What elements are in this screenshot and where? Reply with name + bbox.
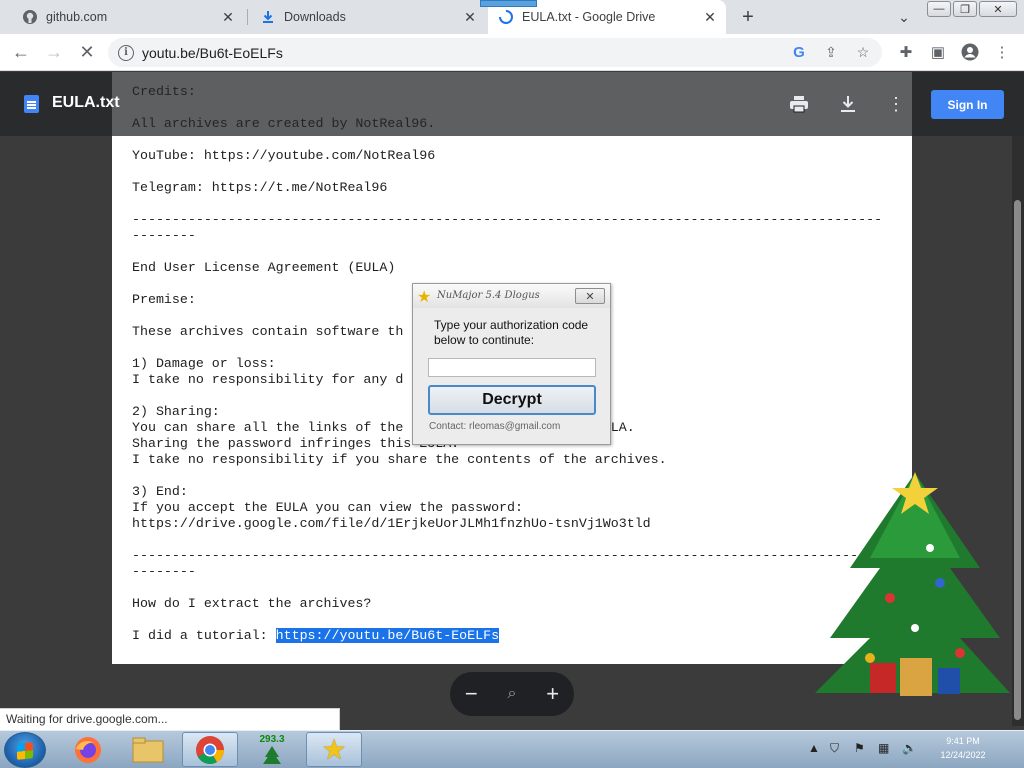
document-line: ----------------------------------------…	[132, 548, 883, 563]
tab-github[interactable]: github.com ✕	[8, 0, 244, 34]
window-drag-indicator	[480, 0, 537, 7]
close-window-button[interactable]: ✕	[979, 1, 1017, 17]
loading-spinner-icon	[498, 9, 514, 25]
authorization-code-input[interactable]	[428, 358, 596, 377]
google-lens-icon[interactable]: G	[786, 40, 812, 66]
restore-button[interactable]: ❐	[953, 1, 977, 17]
sign-in-button[interactable]: Sign In	[931, 90, 1004, 119]
browser-toolbar: ← → ✕ i youtu.be/Bu6t-EoELFs G ⇪ ☆ ✚ ▣ ⋮	[0, 34, 1024, 71]
site-info-icon[interactable]: i	[118, 44, 134, 61]
clock-time: 9:41 PM	[946, 736, 980, 746]
document-line: 1) Damage or loss:	[132, 356, 276, 371]
clock-date: 12/24/2022	[940, 750, 986, 760]
document-line: I did a tutorial:	[132, 628, 276, 643]
dialog-prompt: Type your authorization code below to co…	[434, 318, 589, 347]
document-line: Sharing the password infringes this EULA…	[132, 436, 459, 451]
tab-search-icon[interactable]: ⌄	[894, 8, 914, 26]
file-name: EULA.txt	[52, 94, 120, 111]
forward-arrow-icon[interactable]: →	[42, 40, 66, 64]
tree-counter-app[interactable]: 293.3	[244, 732, 300, 767]
star-app-icon[interactable]: ★	[306, 732, 362, 767]
tab-title: EULA.txt - Google Drive	[522, 10, 656, 24]
zoom-in-button[interactable]: +	[546, 681, 559, 707]
windows-taskbar: 293.3 ★ ▲ ⛉ ⚑ ▦ 🔈 9:41 PM 12/24/2022	[0, 730, 1024, 768]
dialog-close-button[interactable]: ✕	[575, 288, 605, 304]
status-bar: Waiting for drive.google.com...	[0, 708, 340, 730]
document-line: Premise:	[132, 292, 196, 307]
tab-divider	[247, 9, 248, 25]
zoom-controls: − ⌕ +	[450, 672, 574, 716]
document-line: End User License Agreement (EULA)	[132, 260, 396, 275]
document-line: https://drive.google.com/file/d/1ErjkeUo…	[132, 516, 651, 531]
zoom-out-button[interactable]: −	[465, 681, 478, 707]
stop-loading-icon[interactable]: ✕	[75, 40, 99, 64]
tab-strip: github.com ✕ Downloads ✕ EULA.txt - Goog…	[0, 0, 1024, 34]
document-line: ----------------------------------------…	[132, 212, 883, 227]
share-icon[interactable]: ⇪	[818, 40, 844, 66]
github-icon	[22, 9, 38, 25]
tab-title: Downloads	[284, 10, 346, 24]
dialog-title-bar[interactable]: ★ NuMajor 5.4 Dlogus ✕	[413, 284, 610, 308]
dialog-contact: Contact: rleomas@gmail.com	[429, 421, 561, 432]
star-icon: ★	[417, 289, 432, 306]
counter-value: 293.3	[259, 734, 285, 745]
chrome-icon[interactable]	[182, 732, 238, 767]
more-options-icon[interactable]: ⋮	[884, 92, 908, 116]
text-document-icon	[24, 95, 39, 113]
print-icon[interactable]	[787, 92, 811, 116]
volume-icon[interactable]: 🔈	[902, 741, 917, 755]
download-icon	[260, 9, 276, 25]
url-text[interactable]: youtu.be/Bu6t-EoELFs	[142, 45, 786, 61]
dialog-caption: NuMajor 5.4 Dlogus	[437, 290, 540, 301]
document-line: --------	[132, 564, 196, 579]
address-bar[interactable]: i youtu.be/Bu6t-EoELFs G ⇪ ☆	[108, 38, 882, 67]
drive-header: EULA.txt ⋮ Sign In	[0, 72, 1024, 136]
action-center-flag-icon[interactable]: ⚑	[854, 741, 865, 755]
tutorial-link[interactable]: https://youtu.be/Bu6t-EoELFs	[275, 628, 500, 643]
firefox-icon[interactable]	[60, 732, 116, 767]
document-line: How do I extract the archives?	[132, 596, 372, 611]
show-hidden-icons-icon[interactable]: ▲	[808, 741, 820, 755]
tab-title: github.com	[46, 10, 108, 24]
browser-menu-icon[interactable]: ⋮	[990, 40, 1014, 64]
download-icon[interactable]	[836, 92, 860, 116]
document-line: If you accept the EULA you can view the …	[132, 500, 523, 515]
zoom-reset-icon[interactable]: ⌕	[508, 685, 517, 703]
decrypt-button[interactable]: Decrypt	[428, 385, 596, 415]
network-icon[interactable]: ▦	[878, 741, 889, 755]
document-line: I take no responsibility for any d	[132, 372, 404, 387]
bookmark-star-icon[interactable]: ☆	[850, 40, 876, 66]
system-clock[interactable]: 9:41 PM 12/24/2022	[928, 734, 998, 762]
minimize-button[interactable]: —	[927, 1, 951, 17]
new-tab-button[interactable]: +	[737, 6, 759, 28]
security-shield-icon[interactable]: ⛉	[830, 741, 839, 756]
tab-downloads[interactable]: Downloads ✕	[250, 0, 486, 34]
extensions-puzzle-icon[interactable]: ✚	[894, 40, 918, 64]
document-line: 3) End:	[132, 484, 188, 499]
document-line: Telegram: https://t.me/NotReal96	[132, 180, 388, 195]
file-explorer-icon[interactable]	[120, 732, 176, 767]
document-line: YouTube: https://youtube.com/NotReal96	[132, 148, 436, 163]
close-tab-icon[interactable]: ✕	[702, 9, 718, 25]
close-tab-icon[interactable]: ✕	[462, 9, 478, 25]
back-arrow-icon[interactable]: ←	[9, 40, 33, 64]
side-panel-icon[interactable]: ▣	[926, 40, 950, 64]
document-line: I take no responsibility if you share th…	[132, 452, 667, 467]
close-tab-icon[interactable]: ✕	[220, 9, 236, 25]
christmas-tree-decoration	[810, 458, 1020, 718]
start-button[interactable]	[4, 732, 46, 768]
document-line: 2) Sharing:	[132, 404, 220, 419]
authorization-dialog: ★ NuMajor 5.4 Dlogus ✕ Type your authori…	[412, 283, 611, 445]
profile-avatar-icon[interactable]	[958, 40, 982, 64]
document-line: --------	[132, 228, 196, 243]
